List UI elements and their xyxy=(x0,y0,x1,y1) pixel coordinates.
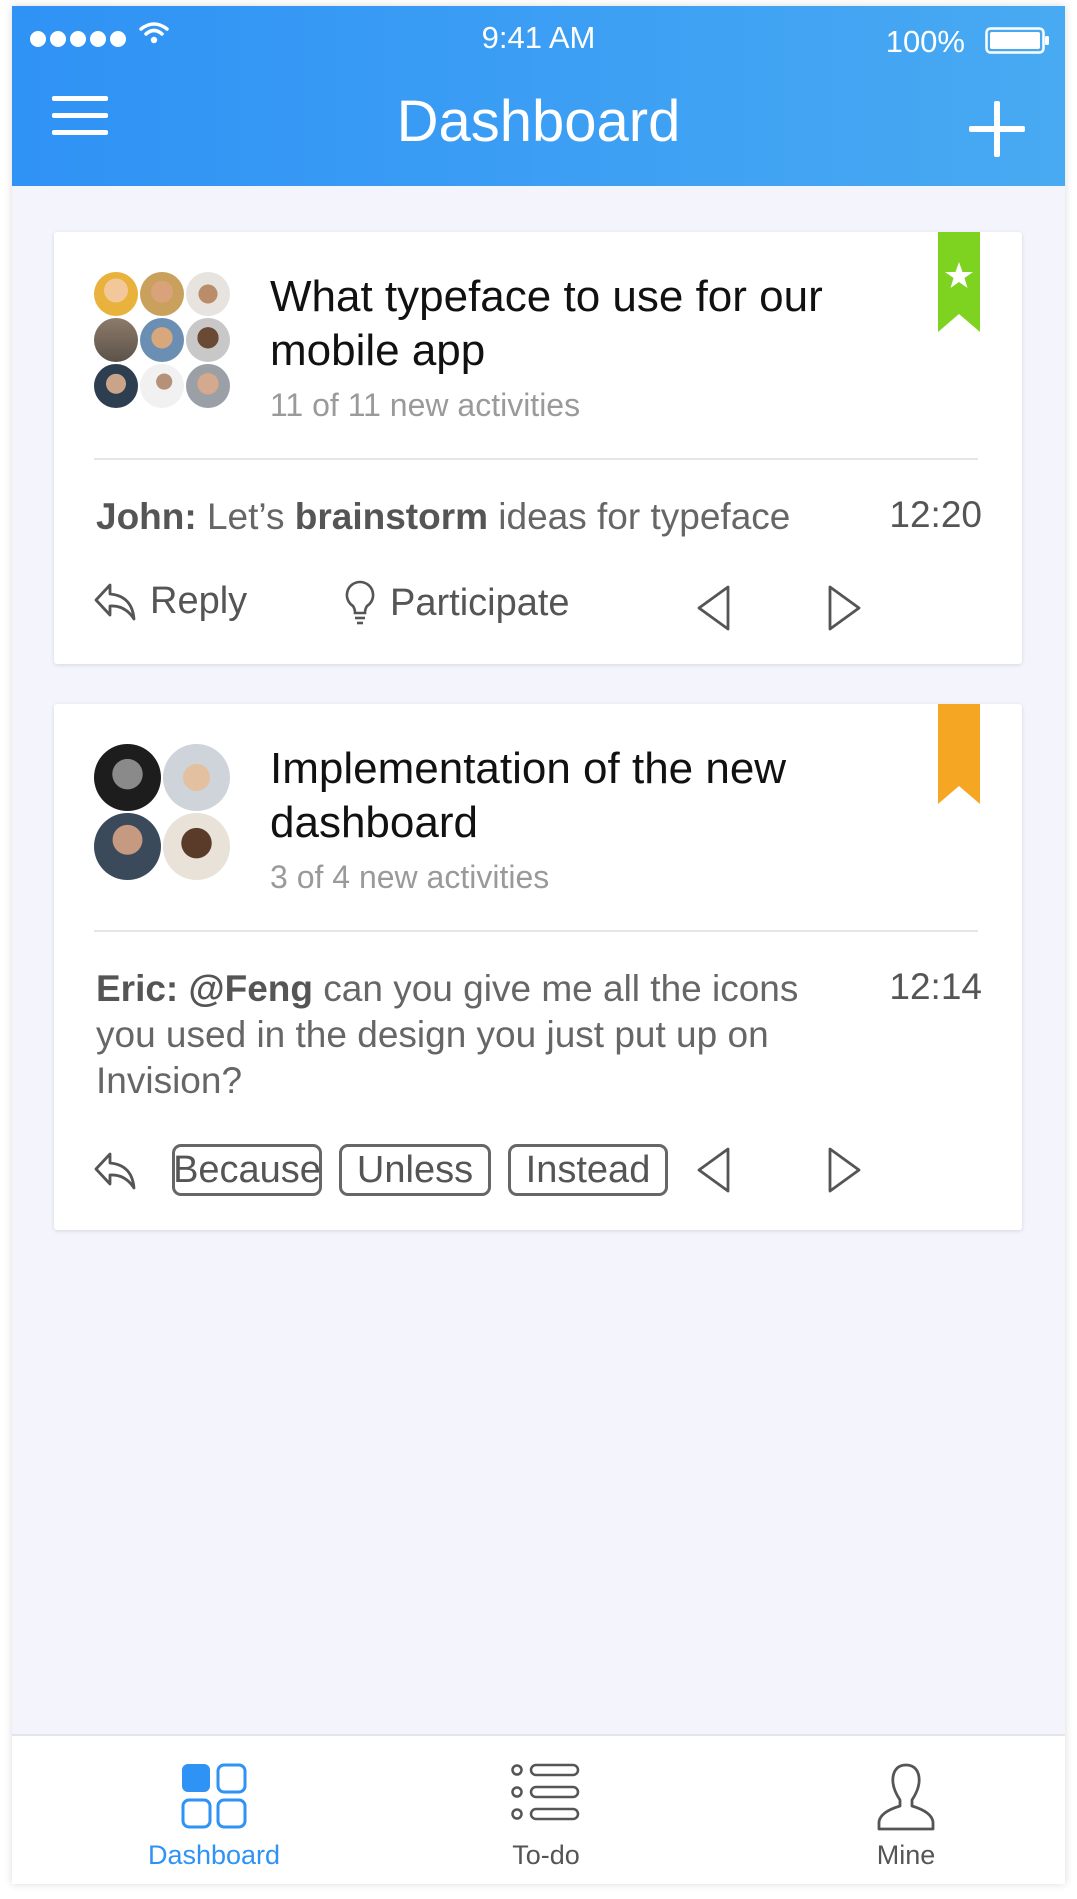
tab-bar: Dashboard To-do Mine xyxy=(12,1734,1065,1884)
activity-count: 3 of 4 new activities xyxy=(270,859,550,895)
avatar xyxy=(94,318,138,362)
activity-count: 11 of 11 new activities xyxy=(270,387,581,423)
tab-todo[interactable]: To-do xyxy=(426,1736,666,1884)
reply-label: Reply xyxy=(150,580,248,622)
tab-label: To-do xyxy=(512,1840,580,1870)
next-icon[interactable] xyxy=(826,1146,862,1194)
divider xyxy=(94,930,978,932)
dashboard-icon xyxy=(181,1763,247,1829)
thread-card[interactable]: Implementation of the new dashboard 3 of… xyxy=(54,704,1022,1230)
reply-icon xyxy=(94,583,136,620)
avatar xyxy=(140,272,184,316)
message-time: 12:20 xyxy=(889,494,982,535)
status-bar: 9:41 AM 100% xyxy=(12,6,1065,59)
tab-label: Dashboard xyxy=(147,1840,281,1870)
participate-label: Participate xyxy=(390,581,570,624)
avatar xyxy=(163,813,230,880)
reply-icon[interactable] xyxy=(94,1150,136,1192)
tab-label: Mine xyxy=(876,1840,936,1870)
lightbulb-icon xyxy=(345,580,375,625)
message-author: Eric: xyxy=(96,968,179,1009)
message-text: Let’s xyxy=(196,496,295,537)
card-actions: Reply Participate xyxy=(94,580,982,640)
add-icon[interactable] xyxy=(969,101,1025,157)
thread-title: Implementation of the new dashboard xyxy=(270,744,787,847)
person-icon xyxy=(877,1763,935,1831)
avatar xyxy=(140,364,184,408)
battery-icon xyxy=(985,27,1049,54)
next-icon[interactable] xyxy=(826,584,862,632)
bookmark-icon xyxy=(938,232,980,332)
avatar xyxy=(94,744,161,811)
page-title: Dashboard xyxy=(396,89,681,154)
card-actions: Because Unless Instead xyxy=(94,1144,982,1204)
thread-card[interactable]: What typeface to use for our mobile app … xyxy=(54,232,1022,664)
mention[interactable]: @Feng xyxy=(178,968,313,1009)
quick-reply-chip[interactable]: Unless xyxy=(339,1144,491,1196)
phone-screen: 9:41 AM 100% Dashboard What typeface to … xyxy=(12,6,1065,1884)
battery-percent: 100% xyxy=(885,24,965,59)
tab-mine[interactable]: Mine xyxy=(786,1736,1026,1884)
avatar xyxy=(140,318,184,362)
avatar xyxy=(163,744,230,811)
previous-icon[interactable] xyxy=(696,584,732,632)
avatar xyxy=(186,364,230,408)
bookmark-icon xyxy=(938,704,980,804)
quick-reply-chip[interactable]: Instead xyxy=(508,1144,668,1196)
tab-dashboard[interactable]: Dashboard xyxy=(94,1736,334,1884)
message-text: ideas for typeface xyxy=(488,496,791,537)
avatar xyxy=(186,272,230,316)
avatar xyxy=(94,272,138,316)
message-emphasis: brainstorm xyxy=(294,496,489,537)
message-author: John: xyxy=(96,496,197,537)
participant-avatars xyxy=(94,744,230,880)
previous-icon[interactable] xyxy=(696,1146,732,1194)
avatar xyxy=(94,813,161,880)
quick-reply-chip[interactable]: Because xyxy=(172,1144,322,1196)
avatar xyxy=(94,364,138,408)
avatar xyxy=(186,318,230,362)
thread-title: What typeface to use for our mobile app xyxy=(270,272,823,375)
message-time: 12:14 xyxy=(889,966,982,1007)
latest-message: John: Let’s brainstorm ideas for typefac… xyxy=(96,494,836,540)
participate-button[interactable]: Participate xyxy=(344,580,570,626)
divider xyxy=(94,458,978,460)
reply-button[interactable]: Reply xyxy=(94,580,247,623)
todo-list-icon xyxy=(511,1763,580,1821)
app-header: 9:41 AM 100% Dashboard xyxy=(12,6,1065,186)
latest-message: Eric: @Feng can you give me all the icon… xyxy=(96,966,836,1104)
participant-avatars xyxy=(94,272,230,408)
